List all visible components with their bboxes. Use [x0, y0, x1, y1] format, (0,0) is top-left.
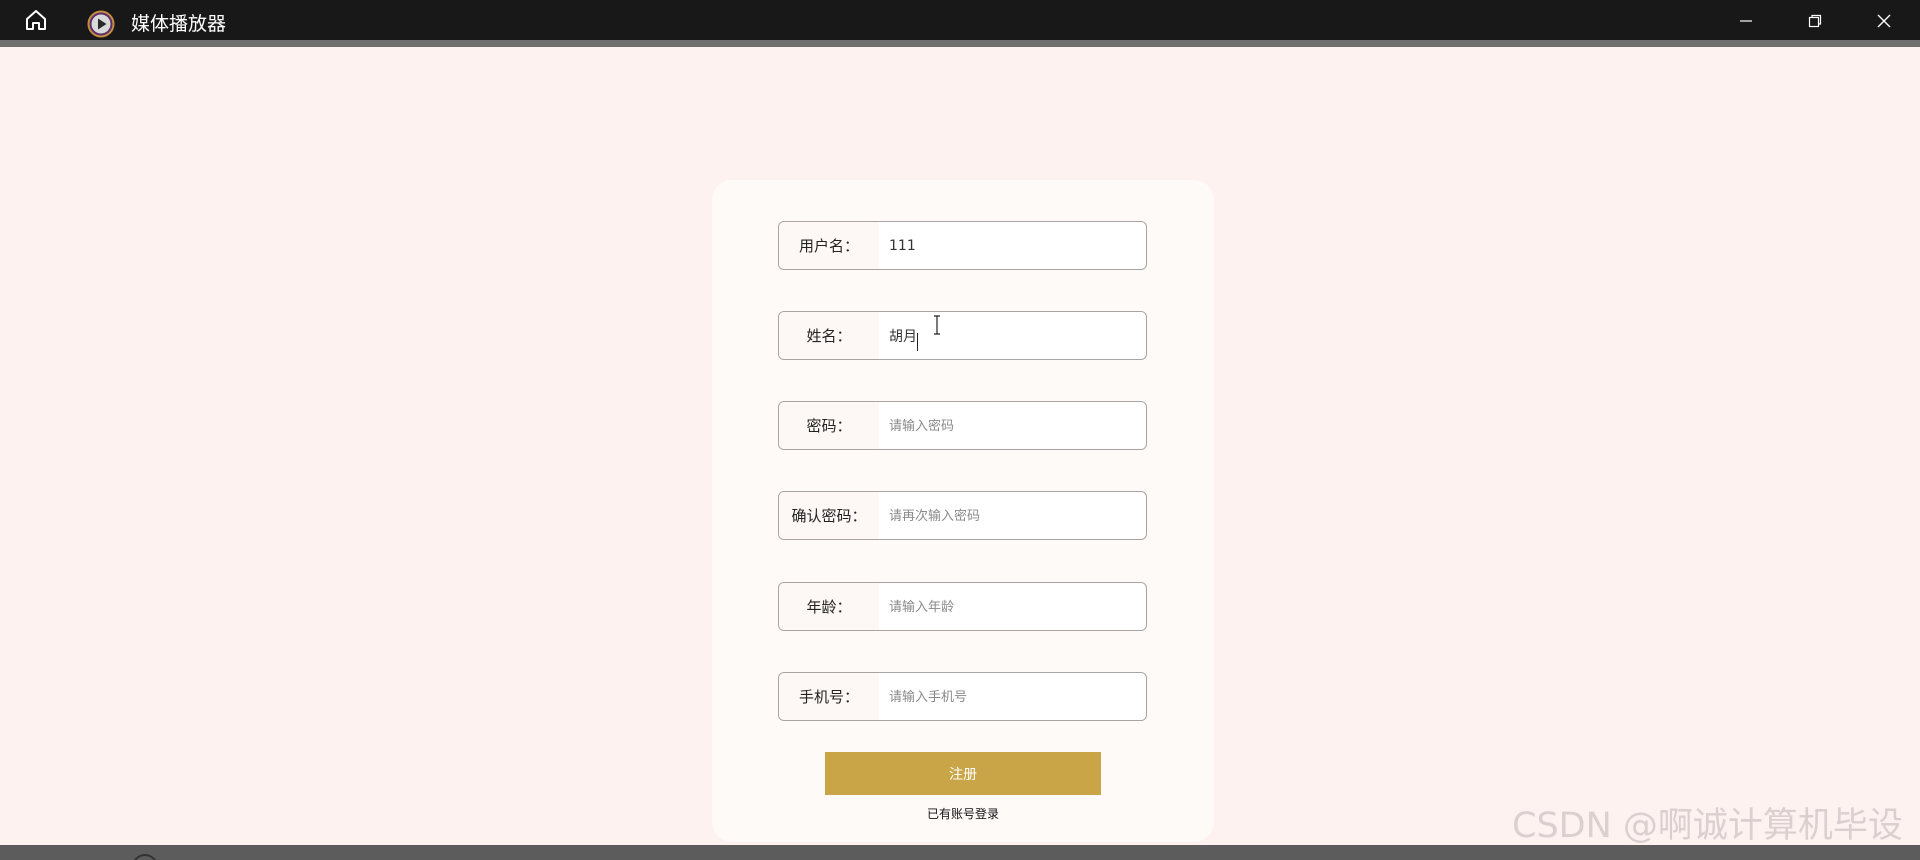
name-input[interactable] — [889, 312, 1139, 359]
app-title: 媒体播放器 — [131, 13, 227, 35]
watermark: CSDN @啊诚计算机毕设 — [1512, 806, 1903, 846]
register-button[interactable]: 注册 — [825, 752, 1101, 795]
title-bar: 媒体播放器 — [0, 0, 1920, 40]
username-field: 用户名： — [778, 221, 1147, 270]
phone-field: 手机号： — [778, 672, 1147, 721]
password-input[interactable] — [889, 402, 1139, 449]
confirm-password-input[interactable] — [889, 492, 1139, 539]
password-field: 密码： — [778, 401, 1147, 450]
restore-icon — [1807, 13, 1823, 33]
password-label: 密码： — [779, 402, 879, 449]
minimize-icon — [1738, 13, 1754, 33]
age-input[interactable] — [889, 583, 1139, 630]
age-field: 年龄： — [778, 582, 1147, 631]
media-player-logo-icon — [87, 10, 117, 40]
text-caret — [917, 333, 918, 351]
home-icon — [23, 7, 49, 37]
title-bar-border — [0, 40, 1920, 47]
phone-input[interactable] — [889, 673, 1139, 720]
username-input[interactable] — [889, 222, 1139, 269]
login-link[interactable]: 已有账号登录 — [830, 805, 1096, 823]
name-label: 姓名： — [779, 312, 879, 359]
name-field: 姓名： — [778, 311, 1147, 360]
ibeam-cursor-icon — [932, 315, 942, 335]
bottom-bar — [0, 845, 1920, 860]
confirm-password-label: 确认密码： — [779, 492, 879, 539]
confirm-password-field: 确认密码： — [778, 491, 1147, 540]
phone-label: 手机号： — [779, 673, 879, 720]
close-icon — [1876, 13, 1892, 33]
age-label: 年龄： — [779, 583, 879, 630]
home-button[interactable] — [20, 8, 52, 36]
username-label: 用户名： — [779, 222, 879, 269]
